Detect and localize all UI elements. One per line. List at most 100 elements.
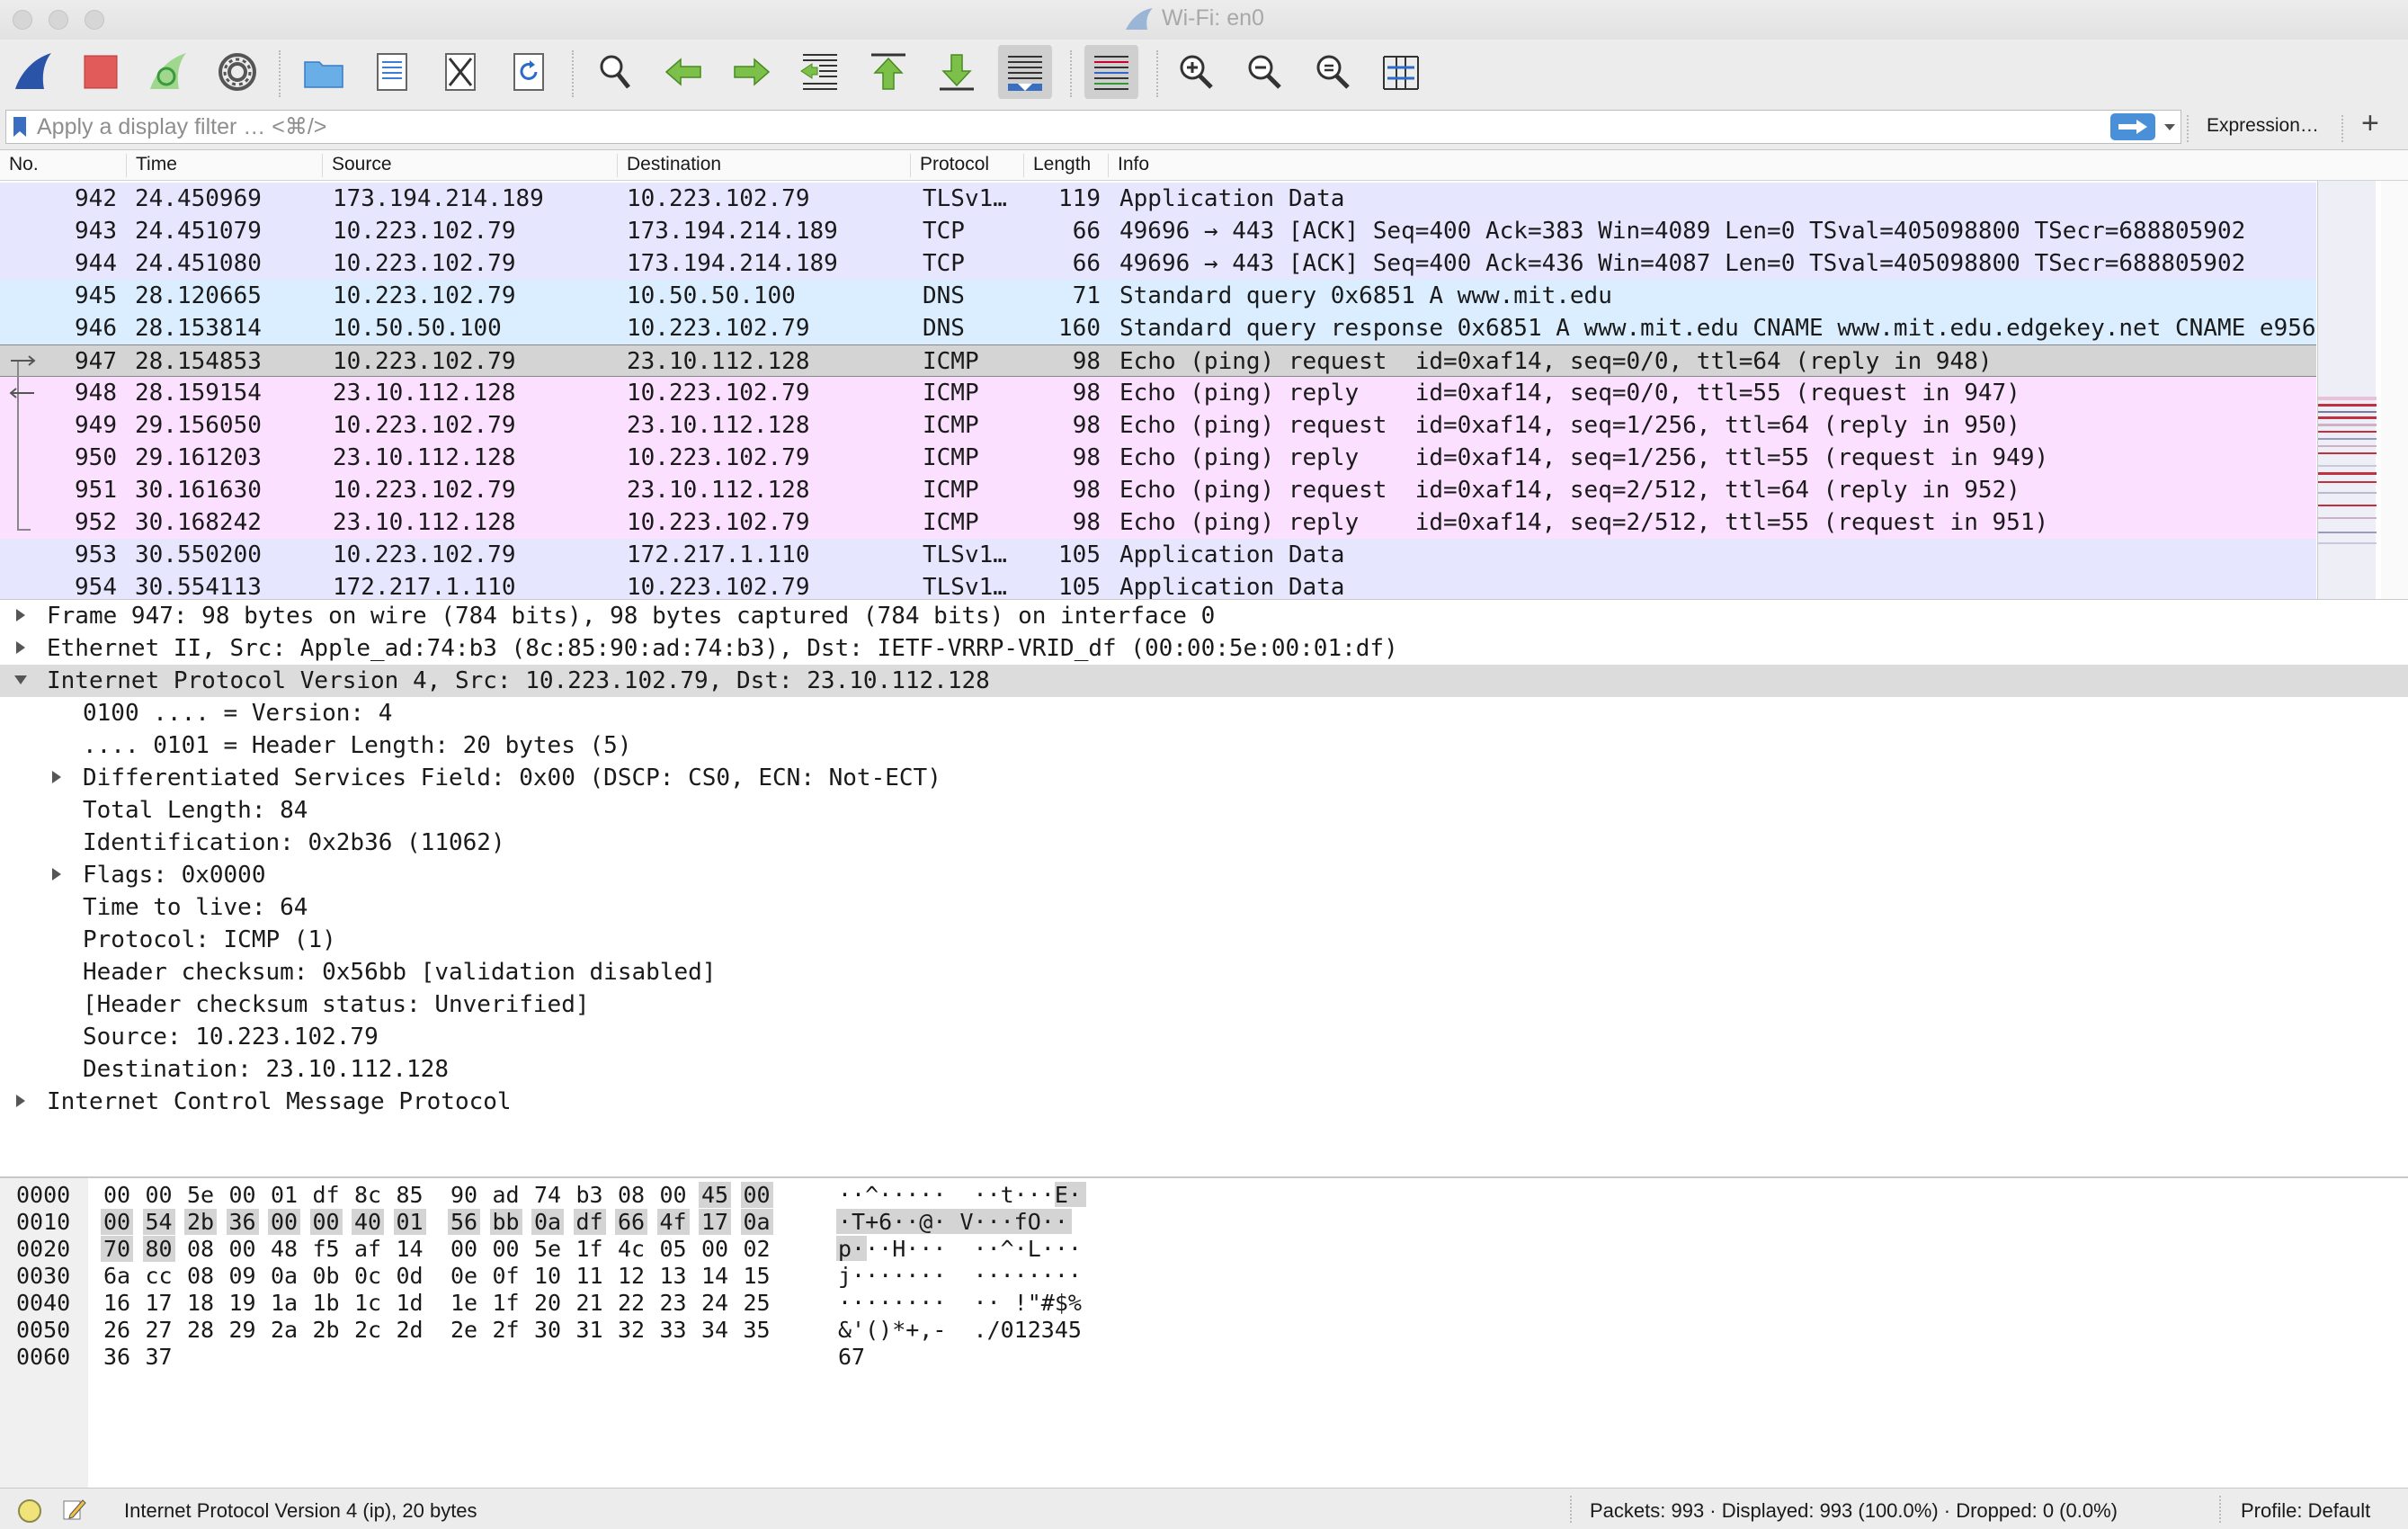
hex-byte[interactable]: 09	[227, 1263, 259, 1289]
hex-byte[interactable]: 21	[574, 1290, 606, 1316]
hex-byte[interactable]: 15	[741, 1263, 773, 1289]
column-header-destination[interactable]: Destination	[617, 154, 721, 177]
packet-row[interactable]: 947 28.154853 10.223.102.79 23.10.112.128 IC…	[0, 344, 2316, 377]
hex-byte[interactable]: 36	[101, 1344, 133, 1370]
hex-byte[interactable]: 19	[227, 1290, 259, 1316]
resize-columns-button[interactable]	[1374, 45, 1428, 99]
packet-list-scrollbar[interactable]	[2381, 181, 2408, 599]
hex-byte[interactable]: 0d	[394, 1263, 426, 1289]
hex-byte[interactable]: 28	[184, 1317, 217, 1343]
display-filter-input[interactable]	[37, 112, 2087, 141]
hex-byte[interactable]: 12	[615, 1263, 647, 1289]
filter-history-dropdown[interactable]	[2163, 114, 2179, 139]
hex-byte[interactable]: 02	[741, 1236, 773, 1262]
detail-tree-item[interactable]: Header checksum: 0x56bb [validation disa…	[0, 956, 2408, 988]
hex-byte[interactable]: 2b	[184, 1209, 218, 1235]
hex-byte[interactable]: 1d	[394, 1290, 426, 1316]
hex-byte[interactable]: 33	[657, 1317, 690, 1343]
hex-byte[interactable]: 4f	[656, 1209, 690, 1235]
hex-byte[interactable]: 56	[448, 1209, 481, 1235]
hex-byte[interactable]: 1c	[352, 1290, 384, 1316]
hex-byte[interactable]: 80	[142, 1236, 175, 1262]
tree-collapsed-icon[interactable]	[13, 606, 29, 624]
hex-byte[interactable]: 17	[143, 1290, 175, 1316]
hex-byte[interactable]: 08	[184, 1263, 217, 1289]
packet-row[interactable]: 944 24.451080 10.223.102.79 173.194.214.189…	[0, 247, 2316, 280]
hex-byte[interactable]: 70	[101, 1236, 134, 1262]
hex-byte[interactable]: 17	[699, 1209, 732, 1235]
close-file-button[interactable]	[433, 45, 487, 99]
hex-byte[interactable]: 00	[657, 1182, 690, 1208]
hex-byte[interactable]: 22	[615, 1290, 647, 1316]
add-filter-button[interactable]: +	[2361, 106, 2379, 141]
go-to-packet-button[interactable]	[793, 45, 847, 99]
hex-byte[interactable]: 10	[531, 1263, 564, 1289]
hex-byte[interactable]: 1e	[448, 1290, 480, 1316]
hex-byte[interactable]: 74	[531, 1182, 564, 1208]
zoom-out-button[interactable]	[1237, 45, 1291, 99]
hex-byte[interactable]: 00	[101, 1209, 134, 1235]
hex-byte[interactable]: 01	[268, 1182, 300, 1208]
packet-row[interactable]: 943 24.451079 10.223.102.79 173.194.214.189…	[0, 215, 2316, 247]
detail-tree-item[interactable]: 0100 .... = Version: 4	[0, 697, 2408, 729]
tree-collapsed-icon[interactable]	[13, 639, 29, 657]
ascii-text[interactable]: 67	[838, 1344, 865, 1370]
hex-byte[interactable]: 29	[227, 1317, 259, 1343]
hex-byte[interactable]: 35	[741, 1317, 773, 1343]
hex-byte[interactable]: 31	[574, 1317, 606, 1343]
detail-tree-item[interactable]: Identification: 0x2b36 (11062)	[0, 827, 2408, 859]
hex-byte[interactable]: 85	[394, 1182, 426, 1208]
hex-byte[interactable]: 1f	[490, 1290, 522, 1316]
hex-byte[interactable]: 6a	[101, 1263, 133, 1289]
hex-byte[interactable]: 2c	[352, 1317, 384, 1343]
hex-byte[interactable]: 16	[101, 1290, 133, 1316]
hex-byte[interactable]: 00	[309, 1209, 343, 1235]
hex-byte[interactable]: 11	[574, 1263, 606, 1289]
column-header-length[interactable]: Length	[1023, 154, 1091, 177]
hex-byte[interactable]: 36	[226, 1209, 259, 1235]
packet-row[interactable]: 949 29.156050 10.223.102.79 23.10.112.128 IC…	[0, 409, 2316, 442]
detail-tree-item[interactable]: .... 0101 = Header Length: 20 bytes (5)	[0, 729, 2408, 762]
hex-byte[interactable]: 08	[615, 1182, 647, 1208]
packet-row[interactable]: 950 29.161203 23.10.112.128 10.223.102.79 IC…	[0, 442, 2316, 474]
hex-byte[interactable]: 27	[143, 1317, 175, 1343]
detail-tree-item[interactable]: Destination: 23.10.112.128	[0, 1053, 2408, 1086]
packet-row[interactable]: 945 28.120665 10.223.102.79 10.50.50.100 DNS…	[0, 280, 2316, 312]
column-header-info[interactable]: Info	[1108, 154, 1149, 177]
hex-byte[interactable]: af	[352, 1236, 384, 1262]
hex-byte[interactable]: 54	[142, 1209, 175, 1235]
hex-byte[interactable]: 90	[448, 1182, 480, 1208]
close-window-button[interactable]	[13, 10, 32, 30]
go-last-packet-button[interactable]	[930, 45, 984, 99]
packet-row[interactable]: 948 28.159154 23.10.112.128 10.223.102.79 IC…	[0, 377, 2316, 409]
hex-byte[interactable]: 00	[490, 1236, 522, 1262]
find-packet-button[interactable]	[588, 45, 642, 99]
hex-byte[interactable]: 00	[448, 1236, 480, 1262]
hex-byte[interactable]: 5e	[184, 1182, 217, 1208]
detail-tree-item[interactable]: Flags: 0x0000	[0, 859, 2408, 891]
hex-byte[interactable]: 14	[699, 1263, 731, 1289]
hex-byte[interactable]: 48	[268, 1236, 300, 1262]
ascii-text[interactable]: ··^····· ··t···E·	[838, 1182, 1082, 1208]
minimize-window-button[interactable]	[49, 10, 68, 30]
hex-byte[interactable]: df	[573, 1209, 606, 1235]
hex-byte[interactable]: 2a	[268, 1317, 300, 1343]
hex-byte[interactable]: 4c	[615, 1236, 647, 1262]
ascii-text[interactable]: j······· ········	[838, 1263, 1082, 1289]
hex-byte[interactable]: 14	[394, 1236, 426, 1262]
hex-byte[interactable]: cc	[143, 1263, 175, 1289]
detail-tree-item[interactable]: [Header checksum status: Unverified]	[0, 988, 2408, 1021]
save-file-button[interactable]	[365, 45, 419, 99]
tree-collapsed-icon[interactable]	[49, 768, 65, 786]
hex-byte[interactable]: 34	[699, 1317, 731, 1343]
hex-byte[interactable]: 00	[227, 1182, 259, 1208]
hex-byte[interactable]: 1f	[574, 1236, 606, 1262]
go-forward-button[interactable]	[725, 45, 779, 99]
hex-byte[interactable]: 24	[699, 1290, 731, 1316]
hex-byte[interactable]: 0b	[310, 1263, 343, 1289]
zoom-in-button[interactable]	[1169, 45, 1223, 99]
column-header-time[interactable]: Time	[126, 154, 177, 177]
hex-byte[interactable]: 45	[699, 1182, 732, 1208]
ascii-text[interactable]: p···H··· ··^·L···	[838, 1236, 1082, 1262]
detail-tree-item[interactable]: Internet Control Message Protocol	[0, 1086, 2408, 1118]
